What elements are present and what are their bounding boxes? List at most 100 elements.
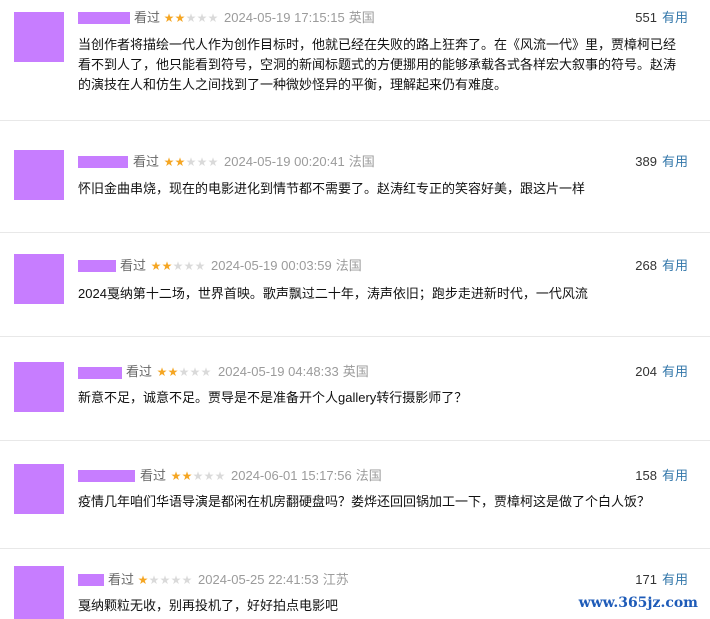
comment-time: 2024-05-19 17:15:15 英国: [224, 10, 375, 26]
comment-timestamp: 2024-05-19 04:48:33: [218, 364, 339, 379]
comment-time: 2024-05-19 04:48:33 英国: [218, 364, 369, 380]
star-filled-icon: ★: [150, 259, 162, 273]
star-filled-icon: ★: [161, 259, 173, 273]
username-redacted[interactable]: [78, 12, 130, 24]
comment-timestamp: 2024-05-19 00:20:41: [224, 154, 345, 169]
watched-status: 看过: [140, 468, 167, 483]
star-filled-icon: ★: [181, 469, 193, 483]
vote-area: 171 有用: [635, 572, 688, 588]
useful-vote-button[interactable]: 有用: [662, 258, 688, 273]
star-empty-icon: ★: [194, 259, 206, 273]
vote-count: 158: [635, 468, 657, 483]
username-redacted[interactable]: [78, 156, 128, 168]
comment-text: 新意不足，诚意不足。贾导是不是准备开个人gallery转行摄影师了？: [78, 390, 468, 405]
comment-item: 看过 ★★★★★ 2024-06-01 15:17:56 法国 158 有用 疫情几…: [0, 440, 710, 549]
star-empty-icon: ★: [170, 573, 182, 587]
star-empty-icon: ★: [183, 259, 195, 273]
star-empty-icon: ★: [181, 573, 193, 587]
star-empty-icon: ★: [148, 573, 160, 587]
star-empty-icon: ★: [178, 365, 190, 379]
rating-stars: ★★★★★: [163, 154, 219, 170]
vote-area: 389 有用: [635, 154, 688, 170]
star-filled-icon: ★: [137, 573, 149, 587]
vote-area: 204 有用: [635, 364, 688, 380]
comment-timestamp: 2024-05-19 17:15:15: [224, 10, 345, 25]
comment-location: 江苏: [322, 572, 349, 587]
site-watermark: www.365jz.com: [576, 595, 700, 611]
watched-status: 看过: [108, 572, 135, 587]
avatar[interactable]: [14, 12, 64, 62]
rating-stars: ★★★★★: [137, 572, 193, 588]
star-empty-icon: ★: [192, 469, 204, 483]
rating-stars: ★★★★★: [170, 468, 226, 484]
comment-location: 法国: [335, 258, 362, 273]
star-empty-icon: ★: [214, 469, 226, 483]
star-empty-icon: ★: [185, 11, 197, 25]
watched-status: 看过: [134, 10, 161, 25]
useful-vote-button[interactable]: 有用: [662, 10, 688, 25]
avatar[interactable]: [14, 464, 64, 514]
star-empty-icon: ★: [207, 155, 219, 169]
comment-location: 英国: [342, 364, 369, 379]
star-filled-icon: ★: [163, 11, 175, 25]
star-empty-icon: ★: [207, 11, 219, 25]
useful-vote-button[interactable]: 有用: [662, 154, 688, 169]
vote-count: 171: [635, 572, 657, 587]
avatar[interactable]: [14, 566, 64, 619]
useful-vote-button[interactable]: 有用: [662, 468, 688, 483]
comment-timestamp: 2024-05-25 22:41:53: [198, 572, 319, 587]
rating-stars: ★★★★★: [156, 364, 212, 380]
comment-text: 当创作者将描绘一代人作为创作目标时，他就已经在失败的路上狂奔了。在《风流一代》里…: [78, 37, 677, 92]
star-empty-icon: ★: [203, 469, 215, 483]
comment-timestamp: 2024-06-01 15:17:56: [231, 468, 352, 483]
comment-location: 英国: [348, 10, 375, 25]
vote-area: 158 有用: [635, 468, 688, 484]
avatar[interactable]: [14, 254, 64, 304]
star-filled-icon: ★: [163, 155, 175, 169]
useful-vote-button[interactable]: 有用: [662, 364, 688, 379]
star-empty-icon: ★: [200, 365, 212, 379]
comment-timestamp: 2024-05-19 00:03:59: [211, 258, 332, 273]
username-redacted[interactable]: [78, 470, 135, 482]
star-empty-icon: ★: [189, 365, 201, 379]
star-empty-icon: ★: [196, 11, 208, 25]
vote-area: 268 有用: [635, 258, 688, 274]
comment-time: 2024-06-01 15:17:56 法国: [231, 468, 382, 484]
username-redacted[interactable]: [78, 367, 122, 379]
comment-text: 怀旧金曲串烧，现在的电影进化到情节都不需要了。赵涛红专正的笑容好美，跟这片一样: [78, 181, 586, 196]
star-filled-icon: ★: [170, 469, 182, 483]
comment-item: 看过 ★★★★★ 2024-05-19 04:48:33 英国 204 有用 新意不…: [0, 336, 710, 441]
star-filled-icon: ★: [174, 11, 186, 25]
comment-text: 2024戛纳第十二场，世界首映。歌声飘过二十年，涛声依旧；跑步走进新时代，一代风…: [78, 286, 588, 301]
vote-area: 551 有用: [635, 10, 688, 26]
comment-item: 看过 ★★★★★ 2024-05-19 00:20:41 法国 389 有用 怀旧金…: [0, 128, 710, 233]
username-redacted[interactable]: [78, 260, 116, 272]
vote-count: 389: [635, 154, 657, 169]
vote-count: 268: [635, 258, 657, 273]
avatar[interactable]: [14, 150, 64, 200]
rating-stars: ★★★★★: [150, 258, 206, 274]
comment-item: 看过 ★★★★★ 2024-05-19 00:03:59 法国 268 有用 202…: [0, 232, 710, 337]
username-redacted[interactable]: [78, 574, 104, 586]
star-empty-icon: ★: [159, 573, 171, 587]
watched-status: 看过: [120, 258, 147, 273]
useful-vote-button[interactable]: 有用: [662, 572, 688, 587]
comment-time: 2024-05-19 00:20:41 法国: [224, 154, 375, 170]
vote-count: 204: [635, 364, 657, 379]
comment-time: 2024-05-19 00:03:59 法国: [211, 258, 362, 274]
vote-count: 551: [635, 10, 657, 25]
rating-stars: ★★★★★: [163, 10, 219, 26]
comment-time: 2024-05-25 22:41:53 江苏: [198, 572, 349, 588]
comment-text: 疫情几年咱们华语导演是都闲在机房翻硬盘吗？娄烨还回回锅加工一下，贾樟柯这是做了个…: [78, 494, 651, 509]
comment-location: 法国: [348, 154, 375, 169]
star-filled-icon: ★: [156, 365, 168, 379]
star-empty-icon: ★: [185, 155, 197, 169]
watched-status: 看过: [126, 364, 153, 379]
comment-item: 看过 ★★★★★ 2024-05-19 17:15:15 英国 551 有用 当创作…: [0, 8, 710, 121]
star-empty-icon: ★: [172, 259, 184, 273]
star-empty-icon: ★: [196, 155, 208, 169]
watched-status: 看过: [133, 154, 160, 169]
avatar[interactable]: [14, 362, 64, 412]
star-filled-icon: ★: [167, 365, 179, 379]
star-filled-icon: ★: [174, 155, 186, 169]
